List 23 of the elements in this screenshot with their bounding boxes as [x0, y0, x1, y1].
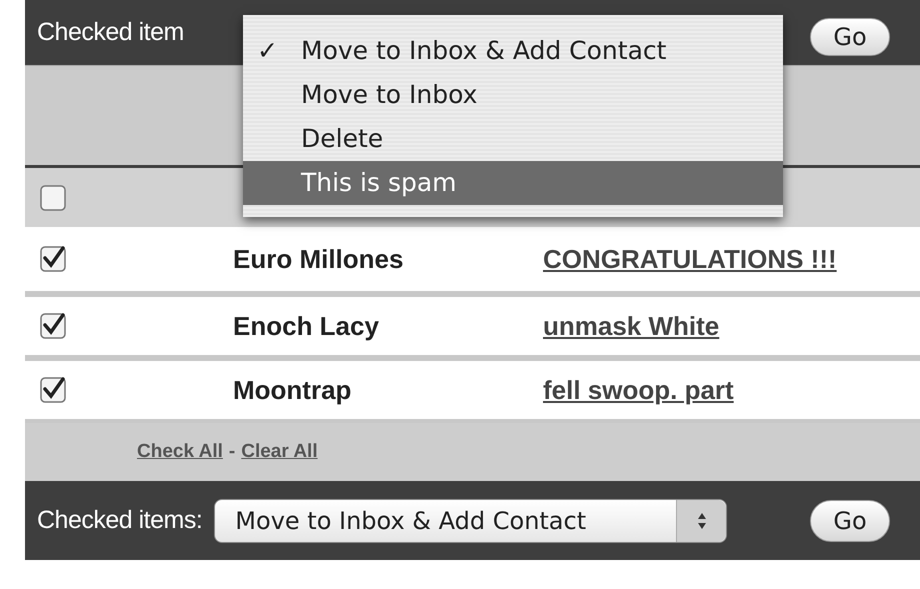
action-select[interactable]: Move to Inbox & Add Contact	[214, 498, 728, 542]
separator-text: -	[228, 440, 236, 464]
subject-link[interactable]: fell swoop. part	[543, 370, 734, 410]
footer-link[interactable]: Check All	[137, 438, 223, 466]
menu-item[interactable]: Delete	[243, 117, 783, 161]
menu-item[interactable]: This is spam	[243, 161, 783, 205]
go-button[interactable]: Go	[810, 500, 890, 542]
footer-link[interactable]: Clear All	[241, 438, 318, 466]
checkbox[interactable]	[40, 246, 66, 272]
checked-items-label: Checked item	[37, 16, 184, 48]
checkbox[interactable]	[40, 377, 66, 403]
checked-items-label: Checked items:	[37, 504, 202, 536]
sender-name: Enoch Lacy	[233, 310, 380, 342]
menu-item[interactable]: ✓ Move to Inbox & Add Contact	[243, 29, 783, 73]
subject-link[interactable]: unmask White	[543, 306, 720, 346]
sender-name: Moontrap	[233, 374, 352, 406]
checkbox[interactable]	[40, 184, 66, 210]
checkbox[interactable]	[40, 313, 66, 339]
stepper-arrows-icon	[696, 510, 707, 530]
go-button[interactable]: Go	[810, 18, 890, 56]
subject-link[interactable]: CONGRATULATIONS !!!	[543, 240, 837, 278]
sender-name: Euro Millones	[233, 242, 404, 276]
menu-item[interactable]: Move to Inbox	[243, 73, 783, 117]
